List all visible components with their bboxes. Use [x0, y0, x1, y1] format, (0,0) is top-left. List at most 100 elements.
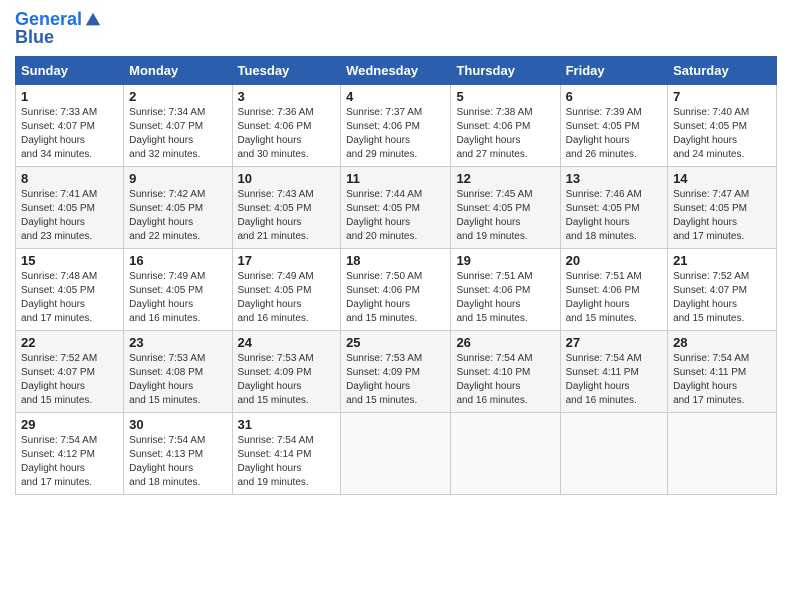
header-sunday: Sunday: [16, 56, 124, 84]
day-number: 20: [566, 253, 662, 268]
day-info: Sunrise: 7:49 AMSunset: 4:05 PMDaylight …: [238, 271, 314, 324]
calendar-cell: 10 Sunrise: 7:43 AMSunset: 4:05 PMDaylig…: [232, 166, 341, 248]
calendar-cell: 23 Sunrise: 7:53 AMSunset: 4:08 PMDaylig…: [124, 330, 232, 412]
day-info: Sunrise: 7:54 AMSunset: 4:13 PMDaylight …: [129, 435, 205, 488]
day-number: 28: [673, 335, 771, 350]
header-wednesday: Wednesday: [341, 56, 451, 84]
day-info: Sunrise: 7:43 AMSunset: 4:05 PMDaylight …: [238, 189, 314, 242]
calendar-cell: 26 Sunrise: 7:54 AMSunset: 4:10 PMDaylig…: [451, 330, 560, 412]
calendar-cell: 31 Sunrise: 7:54 AMSunset: 4:14 PMDaylig…: [232, 412, 341, 494]
day-number: 8: [21, 171, 118, 186]
day-number: 21: [673, 253, 771, 268]
day-number: 18: [346, 253, 445, 268]
day-number: 1: [21, 89, 118, 104]
day-info: Sunrise: 7:39 AMSunset: 4:05 PMDaylight …: [566, 107, 642, 160]
day-number: 23: [129, 335, 226, 350]
calendar-week-row: 29 Sunrise: 7:54 AMSunset: 4:12 PMDaylig…: [16, 412, 777, 494]
day-info: Sunrise: 7:45 AMSunset: 4:05 PMDaylight …: [456, 189, 532, 242]
day-info: Sunrise: 7:49 AMSunset: 4:05 PMDaylight …: [129, 271, 205, 324]
calendar-cell: 27 Sunrise: 7:54 AMSunset: 4:11 PMDaylig…: [560, 330, 667, 412]
day-number: 29: [21, 417, 118, 432]
header-friday: Friday: [560, 56, 667, 84]
calendar-week-row: 8 Sunrise: 7:41 AMSunset: 4:05 PMDayligh…: [16, 166, 777, 248]
calendar-cell: 13 Sunrise: 7:46 AMSunset: 4:05 PMDaylig…: [560, 166, 667, 248]
calendar-cell: 5 Sunrise: 7:38 AMSunset: 4:06 PMDayligh…: [451, 84, 560, 166]
day-info: Sunrise: 7:53 AMSunset: 4:09 PMDaylight …: [238, 353, 314, 406]
day-info: Sunrise: 7:51 AMSunset: 4:06 PMDaylight …: [566, 271, 642, 324]
day-number: 6: [566, 89, 662, 104]
day-info: Sunrise: 7:50 AMSunset: 4:06 PMDaylight …: [346, 271, 422, 324]
header-tuesday: Tuesday: [232, 56, 341, 84]
calendar-cell: [451, 412, 560, 494]
calendar-cell: 30 Sunrise: 7:54 AMSunset: 4:13 PMDaylig…: [124, 412, 232, 494]
day-number: 13: [566, 171, 662, 186]
day-number: 12: [456, 171, 554, 186]
calendar-cell: 7 Sunrise: 7:40 AMSunset: 4:05 PMDayligh…: [668, 84, 777, 166]
calendar-cell: 3 Sunrise: 7:36 AMSunset: 4:06 PMDayligh…: [232, 84, 341, 166]
day-info: Sunrise: 7:54 AMSunset: 4:10 PMDaylight …: [456, 353, 532, 406]
calendar-cell: 28 Sunrise: 7:54 AMSunset: 4:11 PMDaylig…: [668, 330, 777, 412]
day-number: 14: [673, 171, 771, 186]
header-thursday: Thursday: [451, 56, 560, 84]
day-info: Sunrise: 7:40 AMSunset: 4:05 PMDaylight …: [673, 107, 749, 160]
day-info: Sunrise: 7:36 AMSunset: 4:06 PMDaylight …: [238, 107, 314, 160]
day-number: 22: [21, 335, 118, 350]
day-info: Sunrise: 7:54 AMSunset: 4:11 PMDaylight …: [673, 353, 749, 406]
calendar-cell: 6 Sunrise: 7:39 AMSunset: 4:05 PMDayligh…: [560, 84, 667, 166]
page-container: General Blue Sunday Monday Tuesday: [0, 0, 792, 505]
calendar-week-row: 1 Sunrise: 7:33 AMSunset: 4:07 PMDayligh…: [16, 84, 777, 166]
day-info: Sunrise: 7:44 AMSunset: 4:05 PMDaylight …: [346, 189, 422, 242]
logo-subtext: Blue: [15, 28, 54, 48]
day-number: 24: [238, 335, 336, 350]
day-number: 25: [346, 335, 445, 350]
day-number: 31: [238, 417, 336, 432]
day-info: Sunrise: 7:46 AMSunset: 4:05 PMDaylight …: [566, 189, 642, 242]
calendar-cell: 29 Sunrise: 7:54 AMSunset: 4:12 PMDaylig…: [16, 412, 124, 494]
day-info: Sunrise: 7:37 AMSunset: 4:06 PMDaylight …: [346, 107, 422, 160]
calendar-week-row: 15 Sunrise: 7:48 AMSunset: 4:05 PMDaylig…: [16, 248, 777, 330]
logo-icon: [84, 11, 102, 29]
day-number: 9: [129, 171, 226, 186]
day-info: Sunrise: 7:42 AMSunset: 4:05 PMDaylight …: [129, 189, 205, 242]
day-number: 15: [21, 253, 118, 268]
header-saturday: Saturday: [668, 56, 777, 84]
calendar-cell: 17 Sunrise: 7:49 AMSunset: 4:05 PMDaylig…: [232, 248, 341, 330]
day-info: Sunrise: 7:41 AMSunset: 4:05 PMDaylight …: [21, 189, 97, 242]
calendar-cell: 25 Sunrise: 7:53 AMSunset: 4:09 PMDaylig…: [341, 330, 451, 412]
calendar-header-row: Sunday Monday Tuesday Wednesday Thursday…: [16, 56, 777, 84]
day-number: 11: [346, 171, 445, 186]
day-info: Sunrise: 7:52 AMSunset: 4:07 PMDaylight …: [21, 353, 97, 406]
logo: General Blue: [15, 10, 102, 48]
calendar-cell: 12 Sunrise: 7:45 AMSunset: 4:05 PMDaylig…: [451, 166, 560, 248]
day-info: Sunrise: 7:54 AMSunset: 4:12 PMDaylight …: [21, 435, 97, 488]
day-info: Sunrise: 7:52 AMSunset: 4:07 PMDaylight …: [673, 271, 749, 324]
day-info: Sunrise: 7:53 AMSunset: 4:08 PMDaylight …: [129, 353, 205, 406]
calendar-cell: 19 Sunrise: 7:51 AMSunset: 4:06 PMDaylig…: [451, 248, 560, 330]
calendar-cell: 16 Sunrise: 7:49 AMSunset: 4:05 PMDaylig…: [124, 248, 232, 330]
calendar-cell: 14 Sunrise: 7:47 AMSunset: 4:05 PMDaylig…: [668, 166, 777, 248]
day-number: 3: [238, 89, 336, 104]
calendar-cell: 8 Sunrise: 7:41 AMSunset: 4:05 PMDayligh…: [16, 166, 124, 248]
day-info: Sunrise: 7:54 AMSunset: 4:14 PMDaylight …: [238, 435, 314, 488]
calendar-cell: 22 Sunrise: 7:52 AMSunset: 4:07 PMDaylig…: [16, 330, 124, 412]
calendar-cell: 21 Sunrise: 7:52 AMSunset: 4:07 PMDaylig…: [668, 248, 777, 330]
header-monday: Monday: [124, 56, 232, 84]
header: General Blue: [15, 10, 777, 48]
calendar-cell: 9 Sunrise: 7:42 AMSunset: 4:05 PMDayligh…: [124, 166, 232, 248]
calendar-cell: 20 Sunrise: 7:51 AMSunset: 4:06 PMDaylig…: [560, 248, 667, 330]
day-number: 2: [129, 89, 226, 104]
calendar-cell: 11 Sunrise: 7:44 AMSunset: 4:05 PMDaylig…: [341, 166, 451, 248]
day-number: 26: [456, 335, 554, 350]
calendar-cell: [341, 412, 451, 494]
calendar-cell: 1 Sunrise: 7:33 AMSunset: 4:07 PMDayligh…: [16, 84, 124, 166]
day-info: Sunrise: 7:54 AMSunset: 4:11 PMDaylight …: [566, 353, 642, 406]
day-number: 17: [238, 253, 336, 268]
calendar-cell: [560, 412, 667, 494]
day-info: Sunrise: 7:33 AMSunset: 4:07 PMDaylight …: [21, 107, 97, 160]
calendar-cell: 15 Sunrise: 7:48 AMSunset: 4:05 PMDaylig…: [16, 248, 124, 330]
day-info: Sunrise: 7:53 AMSunset: 4:09 PMDaylight …: [346, 353, 422, 406]
day-info: Sunrise: 7:47 AMSunset: 4:05 PMDaylight …: [673, 189, 749, 242]
day-info: Sunrise: 7:38 AMSunset: 4:06 PMDaylight …: [456, 107, 532, 160]
day-info: Sunrise: 7:48 AMSunset: 4:05 PMDaylight …: [21, 271, 97, 324]
day-info: Sunrise: 7:51 AMSunset: 4:06 PMDaylight …: [456, 271, 532, 324]
